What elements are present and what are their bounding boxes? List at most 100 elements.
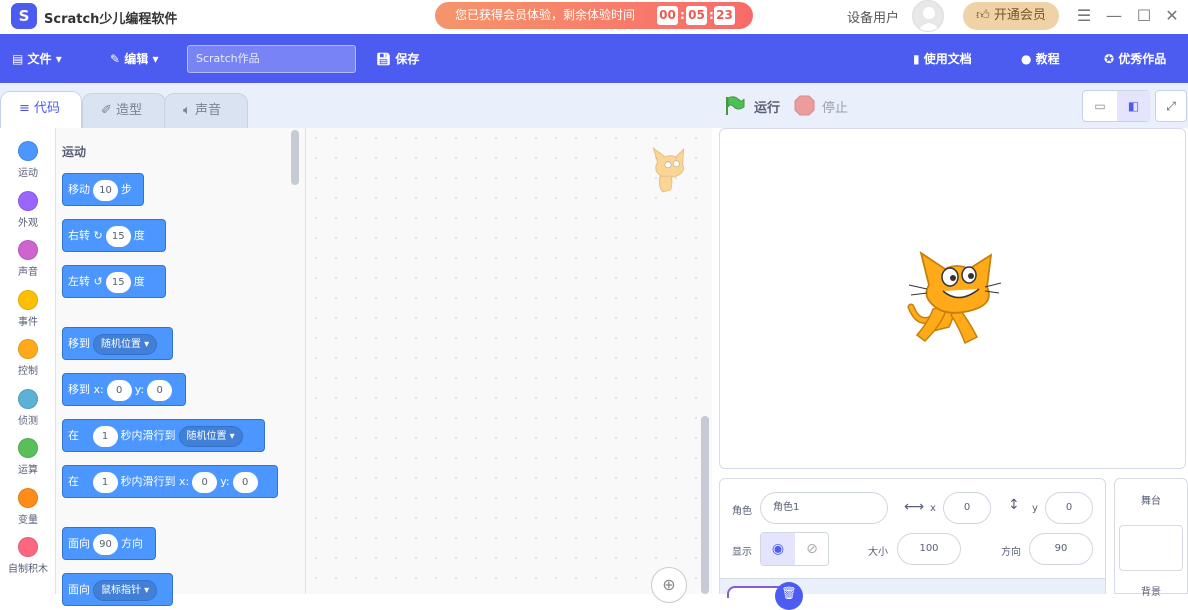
rotate-left-icon: ↺ (93, 275, 103, 288)
x-input[interactable]: 0 (192, 471, 218, 493)
title-bar: S Scratch少儿编程软件 您已获得会员体验，剩余体验时间 00 : 05 … (0, 0, 1188, 34)
block-turn-left[interactable]: 左转 ↺ 15 度 (62, 265, 166, 298)
editor-tabs: ≡ 代码 ✐ 造型 🔈︎ 声音 (0, 83, 712, 129)
stage-thumbnail[interactable] (1119, 525, 1183, 571)
category-looks[interactable]: 外观 (0, 184, 56, 234)
category-control[interactable]: 控制 (0, 332, 56, 382)
workspace-scrollbar[interactable] (701, 416, 709, 594)
green-flag-icon[interactable] (724, 95, 746, 120)
maximize-icon[interactable]: ☐ (1133, 5, 1155, 27)
app-title: Scratch少儿编程软件 (44, 12, 178, 27)
vip-button[interactable]: 👍︎ 开通会员 (963, 2, 1059, 30)
run-label[interactable]: 运行 (754, 97, 780, 116)
stop-icon[interactable] (794, 95, 815, 119)
show-eye-icon[interactable]: ◉ (761, 533, 795, 565)
target-dropdown[interactable]: 鼠标指针 ▾ (93, 579, 158, 601)
tab-costumes[interactable]: ✐ 造型 (82, 93, 166, 128)
block-point-towards[interactable]: 面向 鼠标指针 ▾ (62, 573, 173, 606)
y-input[interactable]: 0 (147, 379, 173, 401)
user-name[interactable]: 设备用户 (847, 7, 899, 26)
direction-label: 方向 (1001, 547, 1021, 558)
seconds-input[interactable]: 1 (92, 425, 118, 447)
block-text: 秒内滑行到 (120, 429, 176, 442)
block-text: 移到 x: (68, 383, 104, 396)
category-motion[interactable]: 运动 (0, 134, 56, 184)
block-move-steps[interactable]: 移动 10 步 (62, 173, 144, 206)
category-label: 自制积木 (8, 564, 48, 575)
x-input[interactable]: 0 (106, 379, 132, 401)
block-glide-xy[interactable]: 在 1 秒内滑行到 x: 0 y: 0 (62, 465, 278, 498)
trial-banner[interactable]: 您已获得会员体验，剩余体验时间 00 : 05 : 23 (435, 2, 753, 29)
tab-sounds[interactable]: 🔈︎ 声音 (164, 93, 248, 128)
docs-button[interactable]: ▮ 使用文档 (913, 50, 972, 67)
direction-input[interactable]: 90 (1029, 533, 1093, 565)
edit-menu[interactable]: ✎ 编辑 ▾ (110, 50, 158, 67)
x-input[interactable]: 0 (943, 492, 991, 524)
stage[interactable] (719, 128, 1186, 469)
block-turn-right[interactable]: 右转 ↻ 15 度 (62, 219, 166, 252)
block-point-direction[interactable]: 面向 90 方向 (62, 527, 156, 560)
sprite-name-input[interactable]: 角色1 (760, 492, 888, 524)
block-text: 右转 (68, 229, 90, 242)
close-icon[interactable]: ✕ (1161, 5, 1183, 27)
degrees-input[interactable]: 15 (105, 271, 131, 293)
y-input[interactable]: 0 (1045, 492, 1093, 524)
block-glide[interactable]: 在 1 秒内滑行到 随机位置 ▾ (62, 419, 265, 452)
block-goto-xy[interactable]: 移到 x: 0 y: 0 (62, 373, 186, 406)
showcase-button[interactable]: ✪ 优秀作品 (1104, 50, 1166, 67)
hide-eye-icon[interactable]: ⊘ (795, 533, 828, 565)
target-dropdown[interactable]: 随机位置 ▾ (178, 425, 243, 447)
avatar[interactable] (912, 0, 944, 32)
steps-input[interactable]: 10 (93, 179, 118, 201)
palette-heading: 运动 (62, 145, 87, 159)
save-button[interactable]: 💾︎ 保存 (376, 50, 419, 67)
code-workspace[interactable] (306, 128, 712, 594)
small-stage-icon[interactable]: ▭ (1083, 91, 1117, 121)
file-menu[interactable]: ▤ 文件 ▾ (12, 50, 62, 67)
chevron-down-icon: ▾ (152, 52, 159, 66)
large-stage-icon[interactable]: ◧ (1117, 91, 1150, 121)
category-dot (18, 488, 38, 508)
zoom-in-icon[interactable]: ⊕ (651, 567, 687, 603)
block-text: 左转 (68, 275, 90, 288)
sprite-list: 🗑︎ (720, 578, 1105, 610)
tab-code[interactable]: ≡ 代码 (0, 91, 82, 129)
category-sound[interactable]: 声音 (0, 233, 56, 283)
category-dot (18, 438, 38, 458)
category-my-blocks[interactable]: 自制积木 (0, 530, 56, 580)
trial-text: 您已获得会员体验，剩余体验时间 (455, 8, 636, 22)
palette-scrollbar[interactable] (291, 130, 299, 185)
block-text: y: (220, 475, 230, 488)
menu-icon[interactable]: ☰ (1073, 5, 1095, 27)
x-label: x (930, 503, 936, 514)
tutorial-button[interactable]: ● 教程 (1021, 50, 1060, 67)
category-label: 变量 (18, 515, 38, 526)
size-input[interactable]: 100 (897, 533, 961, 565)
category-variables[interactable]: 变量 (0, 481, 56, 531)
degrees-input[interactable]: 15 (105, 225, 131, 247)
category-operators[interactable]: 运算 (0, 431, 56, 481)
fullscreen-icon[interactable]: ⤢ (1155, 90, 1187, 122)
cat-sprite[interactable] (903, 247, 1003, 351)
visibility-toggle: ◉ ⊘ (760, 532, 829, 566)
block-goto[interactable]: 移到 随机位置 ▾ (62, 327, 173, 360)
seconds-input[interactable]: 1 (92, 471, 118, 493)
category-label: 声音 (18, 267, 38, 278)
direction-input[interactable]: 90 (93, 533, 118, 555)
category-events[interactable]: 事件 (0, 283, 56, 333)
timer-hours: 00 (657, 6, 678, 25)
target-dropdown[interactable]: 随机位置 ▾ (93, 333, 158, 355)
block-text: 步 (121, 183, 132, 196)
category-sensing[interactable]: 侦测 (0, 382, 56, 432)
delete-sprite-icon[interactable]: 🗑︎ (775, 582, 803, 610)
tab-sounds-label: 声音 (194, 103, 221, 118)
stage-selector[interactable]: 舞台 背景 (1114, 478, 1188, 598)
stop-label[interactable]: 停止 (822, 97, 848, 116)
block-text: 移到 (68, 337, 90, 350)
category-dot (18, 290, 38, 310)
project-name-input[interactable]: Scratch作品 (187, 45, 356, 73)
minimize-icon[interactable]: — (1103, 5, 1125, 27)
y-input[interactable]: 0 (232, 471, 258, 493)
category-label: 控制 (18, 366, 38, 377)
medal-icon: ✪ (1104, 52, 1115, 66)
